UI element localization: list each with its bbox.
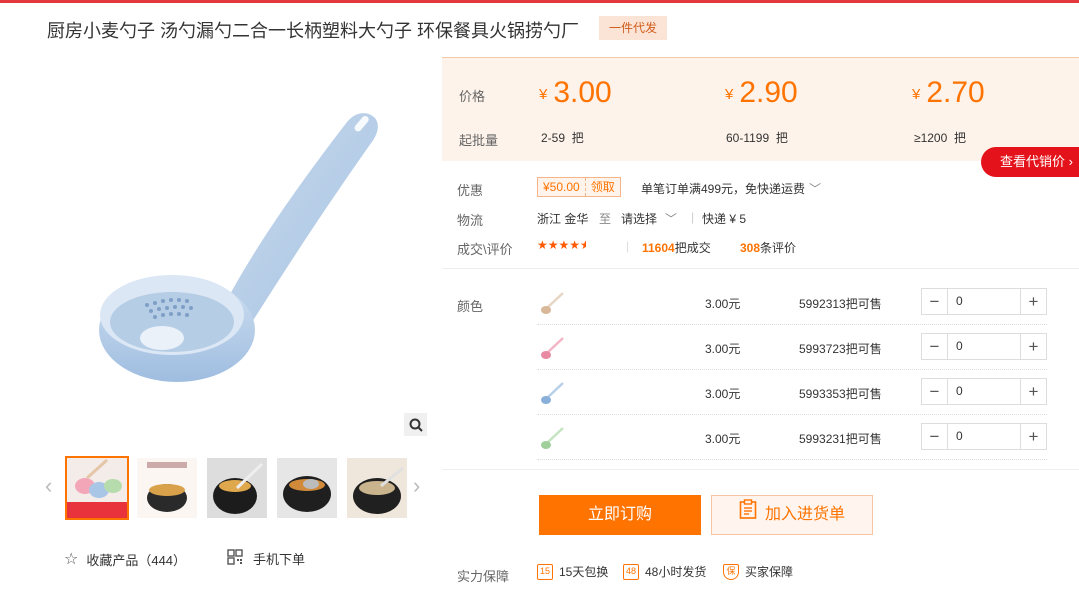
minus-button[interactable]: −: [922, 379, 948, 404]
quantity-input[interactable]: 0: [948, 424, 1020, 449]
deals-label: 成交\评价: [457, 242, 513, 257]
ship-destination-select[interactable]: 请选择 ﹀: [621, 210, 677, 227]
guarantee-15day-label: 15天包换: [559, 565, 609, 579]
coupon-get-button[interactable]: 领取: [584, 178, 620, 196]
add-to-cart-label: 加入进货单: [764, 506, 845, 523]
shield-icon: 保: [723, 563, 739, 580]
sku-thumbnail[interactable]: [537, 423, 567, 453]
plus-button[interactable]: +: [1020, 424, 1046, 449]
sku-thumbnail[interactable]: [537, 378, 567, 408]
quantity-stepper: − 0 +: [921, 288, 1047, 315]
sku-thumbnail[interactable]: [537, 333, 567, 363]
chevron-down-icon: ﹀: [809, 182, 822, 196]
tier-qty-3: ≥1200 把: [914, 131, 966, 145]
sku-row: 3.00元 5993353把可售 − 0 +: [537, 370, 1047, 415]
product-title: 厨房小麦勺子 汤勺漏勺二合一长柄塑料大勺子 环保餐具火锅捞勺厂: [47, 21, 579, 41]
divider: [442, 268, 1079, 269]
thumb-prev-icon[interactable]: ‹: [45, 474, 52, 498]
sku-row: 3.00元 5993231把可售 − 0 +: [537, 415, 1047, 460]
express-fee: 快递 ¥ 5: [702, 212, 747, 226]
sku-price: 3.00元: [705, 342, 741, 356]
sku-stock: 5992313把可售: [799, 297, 882, 311]
sku-stock: 5993723把可售: [799, 342, 882, 356]
divider: |: [626, 239, 630, 253]
zoom-icon[interactable]: [404, 413, 427, 436]
ship-origin: 浙江 金华: [537, 212, 589, 226]
promo-label: 优惠: [457, 183, 484, 198]
sku-stock: 5993353把可售: [799, 387, 882, 401]
minus-button[interactable]: −: [922, 424, 948, 449]
star-outline-icon: ☆: [64, 551, 79, 568]
quantity-stepper: − 0 +: [921, 378, 1047, 405]
review-count[interactable]: 308条评价: [740, 239, 796, 256]
sku-price: 3.00元: [705, 297, 741, 311]
moq-label: 起批量: [459, 133, 499, 148]
rating-stars: ★★★★★: [537, 238, 587, 252]
minus-button[interactable]: −: [922, 334, 948, 359]
tier-qty-1: 2-59 把: [541, 131, 584, 145]
coupon[interactable]: ¥50.00 领取: [537, 177, 621, 197]
sku-thumbnail[interactable]: [537, 288, 567, 318]
thumbnail-3[interactable]: [207, 458, 267, 518]
logistics-label: 物流: [457, 213, 484, 228]
quantity-input[interactable]: 0: [948, 289, 1020, 314]
thumbnail-5[interactable]: [347, 458, 407, 518]
sku-row: 3.00元 5993723把可售 − 0 +: [537, 325, 1047, 370]
price-box: 价格 起批量 ¥3.00 ¥2.90 ¥2.70 2-59 把 60-1199 …: [442, 57, 1079, 161]
deal-count[interactable]: 11604把成交: [642, 239, 711, 256]
thumbnail-strip: [65, 456, 407, 520]
guarantee-48h[interactable]: 48 48小时发货: [623, 563, 706, 580]
qr-code-icon: [227, 549, 243, 568]
top-accent-line: [0, 0, 1079, 3]
guarantee-15day[interactable]: 15 15天包换: [537, 563, 608, 580]
favorite-button[interactable]: ☆ 收藏产品（444）: [64, 549, 186, 569]
sku-row: 3.00元 5992313把可售 − 0 +: [537, 280, 1047, 325]
plus-button[interactable]: +: [1020, 379, 1046, 404]
divider: |: [691, 210, 695, 224]
add-to-cart-button[interactable]: 加入进货单: [711, 495, 873, 535]
thumbnail-2[interactable]: [137, 458, 197, 518]
thumbnail-4[interactable]: [277, 458, 337, 518]
plus-button[interactable]: +: [1020, 334, 1046, 359]
mobile-order-label: 手机下单: [253, 552, 306, 567]
quantity-stepper: − 0 +: [921, 333, 1047, 360]
mobile-order-button[interactable]: 手机下单: [227, 549, 305, 568]
thumbnail-1[interactable]: [65, 456, 129, 520]
buy-now-button[interactable]: 立即订购: [539, 495, 701, 535]
divider: [442, 469, 1079, 470]
guarantee-label: 实力保障: [457, 569, 510, 584]
tier-price-1: ¥3.00: [539, 76, 612, 109]
calendar-15-icon: 15: [537, 563, 553, 580]
coupon-amount: ¥50.00: [543, 180, 580, 194]
plus-button[interactable]: +: [1020, 289, 1046, 314]
guarantee-buyer[interactable]: 保 买家保障: [723, 563, 793, 580]
quantity-stepper: − 0 +: [921, 423, 1047, 450]
tier-price-2: ¥2.90: [725, 76, 798, 109]
favorite-label: 收藏产品（444）: [86, 552, 187, 568]
ship-to: 至: [599, 212, 612, 226]
sku-price: 3.00元: [705, 432, 741, 446]
quantity-input[interactable]: 0: [948, 379, 1020, 404]
sku-price: 3.00元: [705, 387, 741, 401]
tier-price-3: ¥2.70: [912, 76, 985, 109]
dropship-badge[interactable]: 一件代发: [599, 16, 667, 40]
minus-button[interactable]: −: [922, 289, 948, 314]
sku-stock: 5993231把可售: [799, 432, 882, 446]
clock-48-icon: 48: [623, 563, 639, 580]
promo-text[interactable]: 单笔订单满499元，免快递运费 ﹀: [641, 180, 821, 197]
color-label: 颜色: [457, 299, 484, 314]
thumb-next-icon[interactable]: ›: [413, 474, 420, 498]
clipboard-icon: [739, 496, 757, 534]
tier-qty-2: 60-1199 把: [726, 131, 788, 145]
chevron-down-icon: ﹀: [665, 212, 678, 226]
view-agent-price-button[interactable]: 查看代销价 ›: [981, 147, 1079, 177]
main-product-image[interactable]: [47, 60, 427, 440]
price-label: 价格: [459, 89, 486, 104]
guarantee-buyer-label: 买家保障: [745, 565, 794, 579]
guarantee-48h-label: 48小时发货: [645, 565, 707, 579]
quantity-input[interactable]: 0: [948, 334, 1020, 359]
